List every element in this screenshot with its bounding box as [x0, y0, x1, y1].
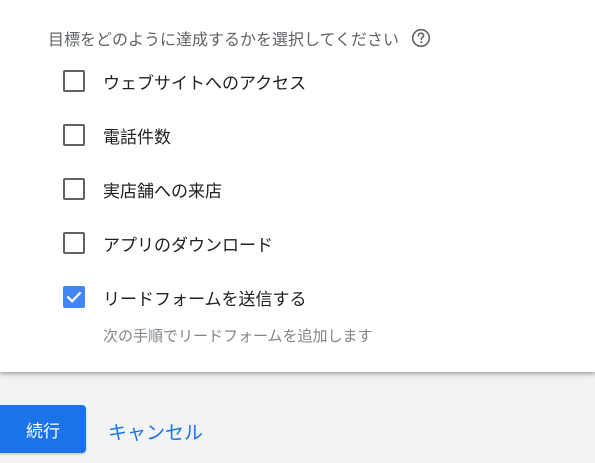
- option-store-visits[interactable]: 実店舗への来店: [63, 176, 222, 202]
- app-downloads-checkbox[interactable]: [63, 232, 85, 254]
- option-app-downloads[interactable]: アプリのダウンロード: [63, 230, 273, 256]
- continue-button[interactable]: 続行: [0, 405, 86, 453]
- option-label: ウェブサイトへのアクセス: [103, 73, 307, 94]
- goal-question: 目標をどのように達成するかを選択してください: [48, 27, 431, 49]
- goal-selection-card: 目標をどのように達成するかを選択してください ウェブサイトへのアクセス 電話件数…: [0, 0, 595, 372]
- check-icon: [66, 291, 82, 303]
- website-visits-checkbox[interactable]: [63, 70, 85, 92]
- cancel-button[interactable]: キャンセル: [108, 418, 203, 445]
- goal-question-text: 目標をどのように達成するかを選択してください: [48, 30, 400, 49]
- store-visits-checkbox[interactable]: [63, 178, 85, 200]
- option-label: 電話件数: [103, 127, 171, 148]
- option-label: アプリのダウンロード: [103, 235, 273, 256]
- help-circle-icon[interactable]: [411, 28, 431, 48]
- option-lead-form-submissions[interactable]: リードフォームを送信する: [63, 284, 307, 310]
- option-website-visits[interactable]: ウェブサイトへのアクセス: [63, 68, 306, 94]
- phone-calls-checkbox[interactable]: [63, 124, 85, 146]
- lead-form-checkbox[interactable]: [63, 286, 85, 308]
- option-label: リードフォームを送信する: [103, 289, 307, 310]
- option-phone-calls[interactable]: 電話件数: [63, 122, 171, 148]
- option-label: 実店舗への来店: [103, 181, 222, 202]
- lead-form-note: 次の手順でリードフォームを追加します: [103, 327, 373, 345]
